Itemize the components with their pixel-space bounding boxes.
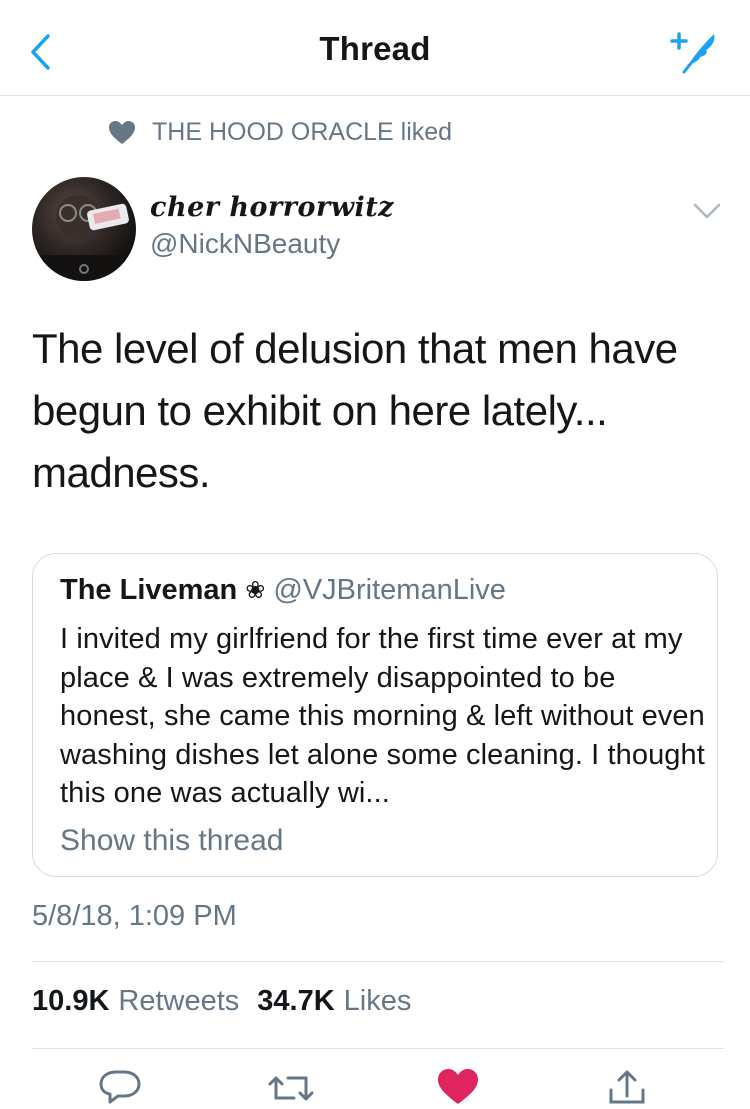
quoted-tweet-text: I invited my girlfriend for the first ti… — [60, 623, 705, 809]
reply-icon — [99, 1070, 141, 1104]
retweets-count: 10.9K — [32, 985, 110, 1017]
tweet-timestamp: 5/8/18, 1:09 PM — [32, 900, 237, 932]
display-name[interactable]: cher horrorwitz — [150, 192, 394, 223]
share-icon — [609, 1070, 645, 1104]
tweet-stats: 10.9K Retweets 34.7K Likes — [32, 985, 429, 1018]
top-nav-bar: Thread — [0, 0, 750, 96]
share-button[interactable] — [605, 1068, 649, 1104]
retweets-label: Retweets — [118, 985, 240, 1017]
likes-count: 34.7K — [257, 985, 335, 1017]
quoted-tweet-card[interactable]: The Liveman ❀ @VJBritemanLive I invited … — [32, 553, 718, 877]
show-thread-link[interactable]: Show this thread — [60, 824, 283, 858]
heart-icon — [109, 120, 135, 144]
social-context-label: THE HOOD ORACLE liked — [152, 118, 453, 146]
tweet-options-button[interactable] — [690, 196, 724, 226]
tweet-text: The level of delusion that men have begu… — [32, 325, 678, 496]
likes-stat[interactable]: 34.7K Likes — [257, 985, 429, 1018]
divider — [32, 961, 724, 962]
avatar[interactable] — [32, 177, 136, 281]
reply-button[interactable] — [98, 1068, 142, 1104]
retweet-button[interactable] — [266, 1068, 314, 1104]
user-handle[interactable]: @NickNBeauty — [150, 228, 340, 260]
like-button[interactable] — [437, 1068, 479, 1104]
quoted-tweet-header: The Liveman ❀ @VJBritemanLive — [60, 574, 506, 607]
flower-icon: ❀ — [245, 577, 266, 604]
retweets-stat[interactable]: 10.9K Retweets — [32, 985, 257, 1018]
compose-tweet-button[interactable] — [666, 26, 722, 78]
compose-tweet-icon — [670, 32, 715, 74]
quoted-user-handle: @VJBritemanLive — [273, 574, 506, 606]
social-context: THE HOOD ORACLE liked — [108, 118, 452, 147]
avatar-image — [42, 195, 129, 281]
like-icon — [438, 1069, 478, 1104]
retweet-icon — [268, 1076, 314, 1101]
caret-down-icon — [693, 203, 721, 219]
quoted-display-name: The Liveman — [60, 574, 238, 606]
likes-label: Likes — [343, 985, 412, 1017]
page-title: Thread — [319, 30, 431, 67]
divider — [32, 1048, 724, 1049]
